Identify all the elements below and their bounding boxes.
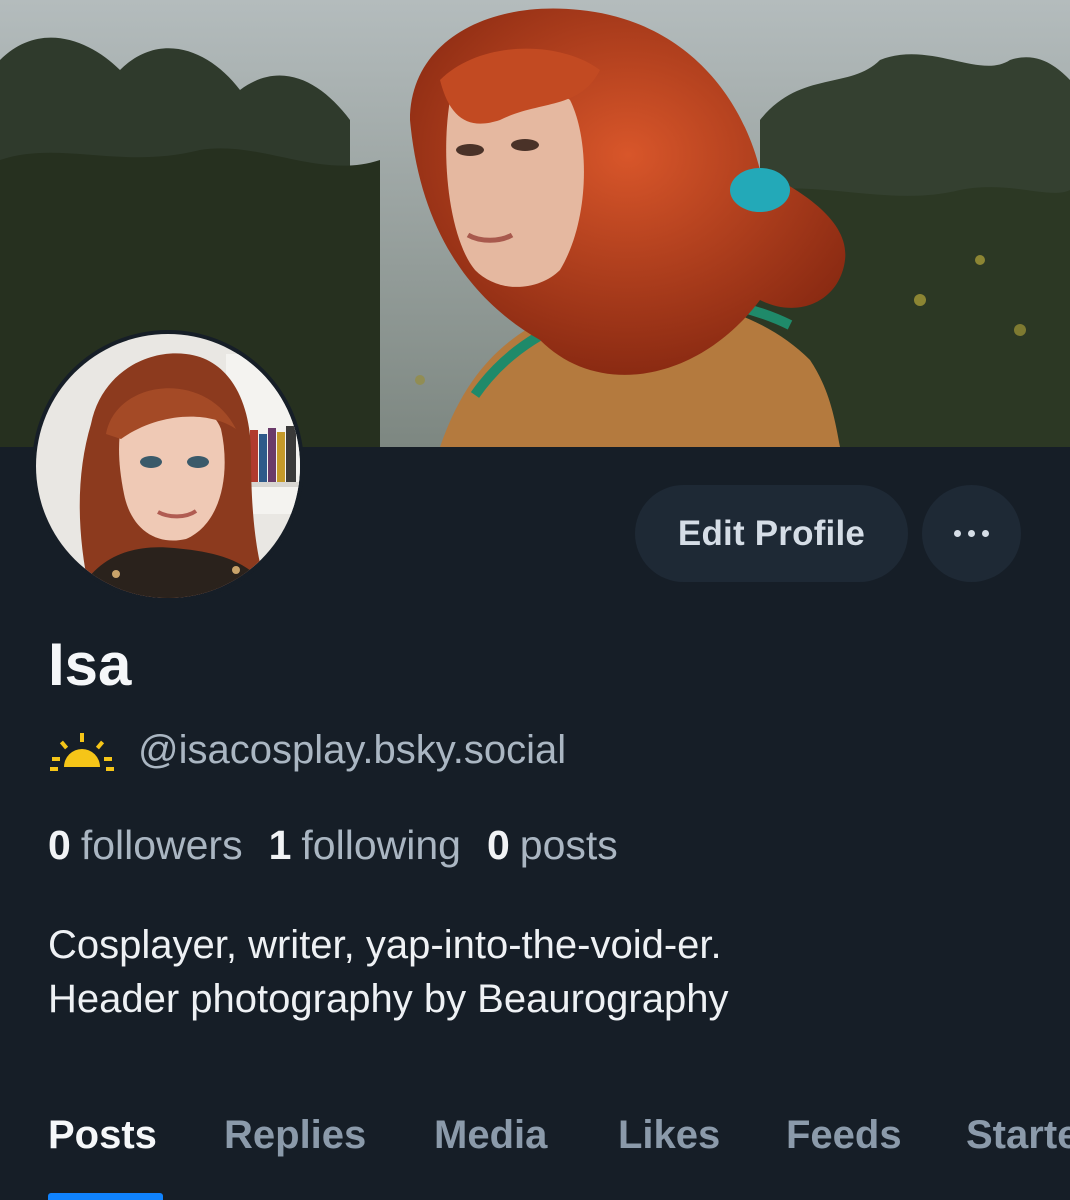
edit-profile-label: Edit Profile bbox=[677, 513, 866, 553]
profile-handle: @isacosplay.bsky.social bbox=[138, 728, 567, 772]
more-options-button[interactable] bbox=[922, 485, 1021, 582]
following-label: following bbox=[301, 822, 461, 868]
tab-likes[interactable]: Likes bbox=[618, 1113, 720, 1158]
active-tab-indicator bbox=[48, 1193, 163, 1200]
display-name: Isa bbox=[48, 631, 132, 698]
tab-media[interactable]: Media bbox=[434, 1113, 547, 1158]
tab-posts[interactable]: Posts bbox=[48, 1113, 157, 1158]
tab-feeds[interactable]: Feeds bbox=[786, 1113, 902, 1158]
followers-stat[interactable]: 0 followers bbox=[48, 822, 243, 869]
followers-count: 0 bbox=[48, 822, 71, 868]
profile-tabs: Posts Replies Media Likes Feeds Starter … bbox=[0, 1105, 1070, 1200]
followers-label: followers bbox=[80, 822, 243, 868]
following-count: 1 bbox=[268, 822, 292, 868]
bio-line: Cosplayer, writer, yap-into-the-void-er. bbox=[48, 923, 722, 967]
bio-line: Header photography by Beaurography bbox=[48, 977, 729, 1021]
avatar-photo bbox=[36, 334, 300, 598]
edit-profile-button[interactable]: Edit Profile bbox=[635, 485, 908, 582]
ellipsis-icon bbox=[954, 530, 989, 537]
following-stat[interactable]: 1 following bbox=[269, 822, 461, 869]
posts-stat: 0 posts bbox=[487, 822, 618, 869]
sun-icon bbox=[50, 732, 114, 771]
tab-starter-packs[interactable]: Starter Packs bbox=[966, 1113, 1070, 1158]
profile-bio: Cosplayer, writer, yap-into-the-void-er.… bbox=[48, 918, 728, 1026]
posts-count: 0 bbox=[486, 822, 510, 868]
tab-replies[interactable]: Replies bbox=[224, 1113, 366, 1158]
posts-label: posts bbox=[519, 822, 618, 868]
handle-row: @isacosplay.bsky.social bbox=[50, 728, 566, 773]
avatar[interactable] bbox=[32, 330, 304, 602]
profile-stats: 0 followers 1 following 0 posts bbox=[48, 822, 618, 869]
